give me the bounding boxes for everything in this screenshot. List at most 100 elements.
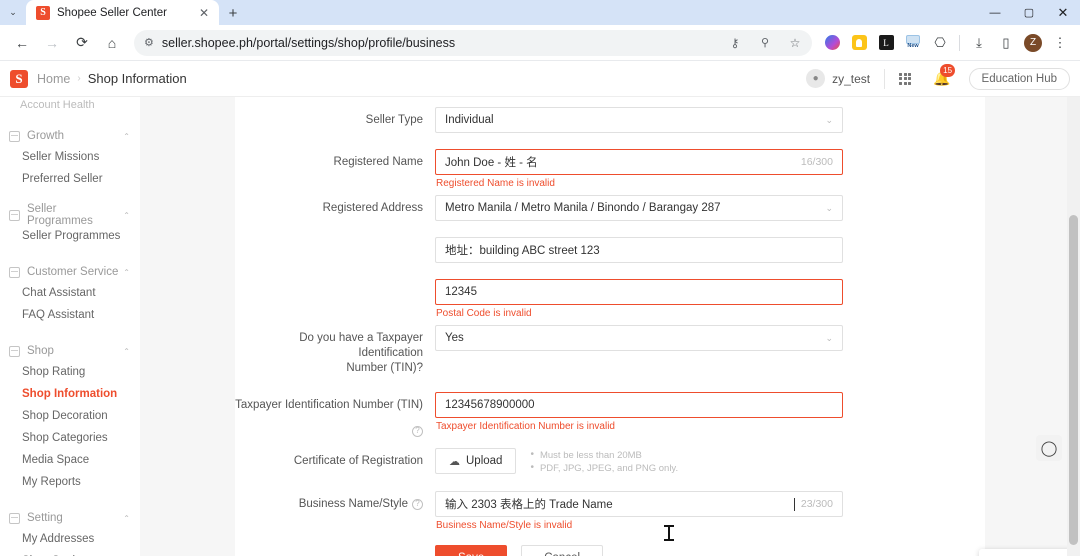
breadcrumb-separator-icon: ›: [77, 73, 81, 84]
registered-name-input[interactable]: John Doe - 姓 - 名 16/300: [435, 149, 843, 175]
field-seller-type: Seller Type Individual ⌄: [235, 107, 985, 133]
upload-cloud-icon: ☁: [449, 455, 460, 468]
sidebar-item-media-space[interactable]: Media Space: [0, 449, 140, 471]
password-key-icon[interactable]: ⚷: [724, 36, 746, 50]
site-settings-icon[interactable]: ⚙: [144, 36, 154, 49]
sidebar-group-growth: Growth ⌃ Seller Missions Preferred Selle…: [0, 126, 140, 190]
user-avatar[interactable]: ●: [806, 69, 826, 88]
breadcrumb-home[interactable]: Home: [37, 72, 70, 86]
field-tin: Taxpayer Identification Number (TIN)? 12…: [235, 392, 985, 444]
upload-hints: • Must be less than 20MB • PDF, JPG, JPE…: [530, 448, 678, 475]
side-panel-icon[interactable]: ▯: [994, 31, 1018, 55]
shopee-logo-icon[interactable]: S: [10, 69, 28, 88]
sidebar-group-header[interactable]: Growth ⌃: [0, 126, 140, 146]
page-body: Account Health Growth ⌃ Seller Missions …: [0, 97, 1080, 556]
save-button[interactable]: Save: [435, 545, 508, 556]
sidebar-group-header[interactable]: Setting ⌃: [0, 508, 140, 528]
apps-grid-icon[interactable]: [899, 72, 912, 85]
sidebar-item-shop-decoration[interactable]: Shop Decoration: [0, 405, 140, 427]
notifications-button[interactable]: 🔔 15: [933, 64, 956, 87]
sidebar-group-header[interactable]: Customer Service ⌃: [0, 262, 140, 282]
chrome-menu-icon[interactable]: ⋮: [1048, 31, 1072, 55]
search-icon[interactable]: ⚲: [754, 36, 776, 49]
extension-color-circle-icon[interactable]: [820, 31, 844, 55]
reload-icon[interactable]: ⟳: [68, 29, 96, 57]
sidebar-item-faq-assistant[interactable]: FAQ Assistant: [0, 304, 140, 326]
street-address-value: 地址：building ABC street 123: [445, 245, 600, 257]
shopee-favicon-icon: S: [36, 5, 50, 20]
back-icon[interactable]: ←: [8, 29, 36, 57]
extensions-puzzle-icon[interactable]: ⎔: [928, 31, 952, 55]
sidebar-item-shop-rating[interactable]: Shop Rating: [0, 361, 140, 383]
vertical-scrollbar-track[interactable]: [1067, 97, 1080, 556]
cancel-button[interactable]: Cancel: [521, 545, 604, 556]
education-hub-button[interactable]: Education Hub: [968, 67, 1070, 90]
help-icon[interactable]: ?: [412, 498, 423, 510]
maximize-window-icon[interactable]: ▢: [1012, 0, 1046, 25]
upload-button[interactable]: ☁ Upload: [435, 448, 517, 474]
downloads-icon[interactable]: ⤓: [967, 31, 991, 55]
profile-initial: Z: [1024, 33, 1042, 52]
chevron-down-icon[interactable]: ⌄: [825, 203, 833, 214]
browser-tab[interactable]: S Shopee Seller Center ✕: [26, 0, 219, 25]
help-icon[interactable]: ?: [412, 425, 423, 437]
address-bar[interactable]: ⚙ seller.shopee.ph/portal/settings/shop/…: [134, 29, 812, 56]
has-tin-select[interactable]: Yes ⌄: [435, 325, 843, 351]
sidebar-item-shop-categories[interactable]: Shop Categories: [0, 427, 140, 449]
floating-refresh-button[interactable]: ◯: [1036, 435, 1062, 461]
home-icon[interactable]: ⌂: [98, 29, 126, 57]
sidebar-group-header[interactable]: Seller Programmes ⌃: [0, 203, 140, 227]
sidebar-item-account-health[interactable]: Account Health: [0, 97, 140, 111]
chevron-up-icon[interactable]: ⌃: [123, 268, 130, 277]
sidebar-item-seller-programmes[interactable]: Seller Programmes: [0, 225, 140, 247]
tin-value: 12345678900000: [445, 399, 535, 411]
sidebar-item-chat-assistant[interactable]: Chat Assistant: [0, 282, 140, 304]
chat-widget[interactable]: Chat ⇱: [979, 549, 1072, 556]
sidebar-item-preferred-seller[interactable]: Preferred Seller: [0, 168, 140, 190]
sidebar-item-shop-settings[interactable]: Shop Settings: [0, 550, 140, 556]
chevron-up-icon[interactable]: ⌃: [123, 132, 130, 141]
extension-yellow-icon[interactable]: [847, 31, 871, 55]
toolbar-divider: [959, 34, 960, 51]
registered-address-select[interactable]: Metro Manila / Metro Manila / Binondo / …: [435, 195, 843, 221]
sidebar-item-my-reports[interactable]: My Reports: [0, 471, 140, 493]
field-registered-address: Registered Address Metro Manila / Metro …: [235, 195, 985, 221]
upload-hint: • Must be less than 20MB: [530, 449, 678, 462]
field-postal-code: 12345 Postal Code is invalid: [235, 279, 985, 321]
chevron-up-icon[interactable]: ⌃: [123, 211, 130, 220]
close-tab-icon[interactable]: ✕: [197, 6, 211, 20]
has-tin-value: Yes: [445, 332, 464, 344]
address-bar-url[interactable]: seller.shopee.ph/portal/settings/shop/pr…: [162, 36, 716, 50]
sidebar-item-shop-information[interactable]: Shop Information: [0, 383, 140, 405]
sidebar-item-my-addresses[interactable]: My Addresses: [0, 528, 140, 550]
sidebar-group-customer-service: Customer Service ⌃ Chat Assistant FAQ As…: [0, 262, 140, 326]
tin-label-text: Taxpayer Identification Number (TIN): [235, 399, 423, 411]
field-has-tin: Do you have a Taxpayer Identification Nu…: [235, 325, 985, 376]
browser-toolbar: ← → ⟳ ⌂ ⚙ seller.shopee.ph/portal/settin…: [0, 25, 1080, 61]
close-window-icon[interactable]: ✕: [1046, 0, 1080, 25]
chevron-up-icon[interactable]: ⌃: [123, 347, 130, 356]
extension-new-icon[interactable]: New: [901, 31, 925, 55]
vertical-scrollbar-thumb[interactable]: [1069, 215, 1078, 545]
seller-type-select[interactable]: Individual ⌄: [435, 107, 843, 133]
street-address-input[interactable]: 地址：building ABC street 123: [435, 237, 843, 263]
business-name-input[interactable]: 输入 2303 表格上的 Trade Name 23/300: [435, 491, 843, 517]
user-name[interactable]: zy_test: [832, 72, 870, 86]
sidebar-item-seller-missions[interactable]: Seller Missions: [0, 146, 140, 168]
chevron-up-icon[interactable]: ⌃: [123, 514, 130, 523]
tab-search-chevron-icon[interactable]: ⌄: [0, 0, 26, 25]
tin-input[interactable]: 12345678900000: [435, 392, 843, 418]
upload-hint-text: PDF, JPG, JPEG, and PNG only.: [539, 463, 679, 474]
forward-icon[interactable]: →: [38, 29, 66, 57]
chevron-down-icon[interactable]: ⌄: [825, 333, 833, 344]
sidebar-group-header[interactable]: Shop ⌃: [0, 341, 140, 361]
chevron-down-icon[interactable]: ⌄: [825, 115, 833, 126]
bookmark-star-icon[interactable]: ☆: [784, 36, 806, 50]
postal-code-input[interactable]: 12345: [435, 279, 843, 305]
extension-dark-icon[interactable]: L: [874, 31, 898, 55]
minimize-window-icon[interactable]: —: [978, 0, 1012, 25]
new-tab-icon[interactable]: +: [219, 5, 247, 25]
profile-avatar-icon[interactable]: Z: [1021, 31, 1045, 55]
